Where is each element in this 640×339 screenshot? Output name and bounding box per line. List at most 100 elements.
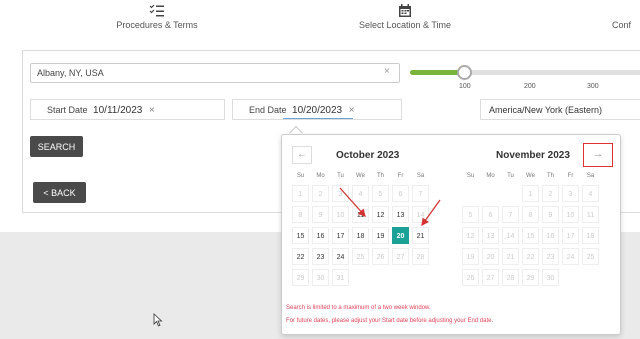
calendar-day: 3 bbox=[562, 185, 579, 202]
step-procedures[interactable]: Procedures & Terms bbox=[102, 4, 212, 30]
calendar-day: 6 bbox=[482, 206, 499, 223]
calendar-day: 25 bbox=[582, 248, 599, 265]
end-date-label: End Date bbox=[249, 105, 287, 115]
slider-tick: 100 bbox=[459, 83, 471, 90]
stepper: Procedures & Terms Select Location & Tim… bbox=[0, 0, 640, 44]
weekday-header: Su bbox=[296, 173, 305, 179]
calendar-day[interactable]: 23 bbox=[312, 248, 329, 265]
distance-slider-handle[interactable] bbox=[457, 65, 472, 80]
calendar-day: 31 bbox=[332, 269, 349, 286]
calendar-day: 14 bbox=[412, 206, 429, 223]
calendar-day[interactable]: 15 bbox=[292, 227, 309, 244]
search-button[interactable]: SEARCH bbox=[30, 136, 83, 157]
calendar-day: 2 bbox=[312, 185, 329, 202]
calendar-day: 4 bbox=[582, 185, 599, 202]
calendar-day: 28 bbox=[412, 248, 429, 265]
start-date-value[interactable]: 10/11/2023 bbox=[93, 105, 142, 116]
calendar-day: 1 bbox=[522, 185, 539, 202]
weekday-header: We bbox=[356, 173, 365, 179]
calendar-day: 6 bbox=[392, 185, 409, 202]
calendar-day: 9 bbox=[312, 206, 329, 223]
calendar-day[interactable]: 16 bbox=[312, 227, 329, 244]
calendar-day: 27 bbox=[392, 248, 409, 265]
calendar-day[interactable]: 21 bbox=[412, 227, 429, 244]
weekday-header: Su bbox=[466, 173, 475, 179]
weekday-header: Sa bbox=[416, 173, 425, 179]
calendar-day: 4 bbox=[352, 185, 369, 202]
calendar-day: 23 bbox=[542, 248, 559, 265]
month-title-october: October 2023 bbox=[336, 150, 400, 161]
calendar-day: 14 bbox=[502, 227, 519, 244]
calendar-day: 15 bbox=[522, 227, 539, 244]
calendar-day[interactable]: 17 bbox=[332, 227, 349, 244]
weekday-header: Fr bbox=[567, 173, 574, 179]
calendar-day: 29 bbox=[522, 269, 539, 286]
step-label: Procedures & Terms bbox=[116, 20, 198, 30]
calendar-day: 27 bbox=[482, 269, 499, 286]
calendar-day[interactable]: 20 bbox=[392, 227, 409, 244]
calendar-day: 8 bbox=[292, 206, 309, 223]
calendar-day: 21 bbox=[502, 248, 519, 265]
slider-tick: 300 bbox=[587, 83, 599, 90]
calendar-day[interactable]: 11 bbox=[352, 206, 369, 223]
weekday-header: Mo bbox=[316, 173, 325, 179]
end-date-value[interactable]: 10/20/2023 bbox=[292, 105, 342, 116]
weekday-header: Th bbox=[376, 173, 384, 179]
calendar-day: 10 bbox=[562, 206, 579, 223]
end-date-clear-icon[interactable]: × bbox=[349, 105, 355, 116]
calendar-day: 7 bbox=[412, 185, 429, 202]
calendar-day: 29 bbox=[292, 269, 309, 286]
mouse-cursor-icon bbox=[153, 313, 163, 327]
start-date-field[interactable]: Start Date 10/11/2023 × bbox=[30, 99, 225, 120]
step-location-time[interactable]: Select Location & Time bbox=[345, 4, 465, 30]
weekday-header: Sa bbox=[586, 173, 595, 179]
calendar-day: 17 bbox=[562, 227, 579, 244]
calendar-day: 24 bbox=[562, 248, 579, 265]
calendar-day: 8 bbox=[522, 206, 539, 223]
start-date-label: Start Date bbox=[47, 105, 88, 115]
calendar-day[interactable]: 12 bbox=[372, 206, 389, 223]
warning-text: For future dates, please adjust your Sta… bbox=[286, 318, 494, 324]
weekday-header: We bbox=[526, 173, 535, 179]
location-clear-icon[interactable]: × bbox=[384, 66, 390, 77]
weekday-header: Tu bbox=[507, 173, 514, 179]
step-confirm[interactable]: Conf bbox=[612, 4, 640, 30]
end-date-field[interactable]: End Date 10/20/2023 × bbox=[232, 99, 402, 120]
back-button[interactable]: < BACK bbox=[33, 182, 86, 203]
calendar-day: 10 bbox=[332, 206, 349, 223]
calendar-day: 11 bbox=[582, 206, 599, 223]
calendar-day: 19 bbox=[462, 248, 479, 265]
weekday-header: Th bbox=[546, 173, 554, 179]
prev-month-button[interactable]: ← bbox=[292, 146, 312, 164]
calendar-day: 28 bbox=[502, 269, 519, 286]
calendar-day[interactable]: 22 bbox=[292, 248, 309, 265]
calendar-day: 9 bbox=[542, 206, 559, 223]
calendar-day: 30 bbox=[542, 269, 559, 286]
calendar-day[interactable]: 13 bbox=[392, 206, 409, 223]
checklist-icon bbox=[149, 4, 164, 17]
calendar-day: 2 bbox=[542, 185, 559, 202]
calendar-day[interactable]: 18 bbox=[352, 227, 369, 244]
weekday-header: Mo bbox=[486, 173, 495, 179]
calendar-day: 25 bbox=[352, 248, 369, 265]
calendar-day: 18 bbox=[582, 227, 599, 244]
calendar-day: 30 bbox=[312, 269, 329, 286]
calendar-day: 7 bbox=[502, 206, 519, 223]
step-label: Conf bbox=[612, 20, 632, 30]
calendar-day[interactable]: 24 bbox=[332, 248, 349, 265]
timezone-select[interactable]: America/New York (Eastern) bbox=[480, 99, 640, 120]
calendar-day: 3 bbox=[332, 185, 349, 202]
calendar-day: 1 bbox=[292, 185, 309, 202]
calendar-icon bbox=[399, 4, 411, 17]
calendar-day: 26 bbox=[462, 269, 479, 286]
calendar-day: 5 bbox=[462, 206, 479, 223]
start-date-clear-icon[interactable]: × bbox=[149, 105, 155, 116]
calendar-day: 22 bbox=[522, 248, 539, 265]
calendar-day[interactable]: 19 bbox=[372, 227, 389, 244]
end-date-focus-underline bbox=[283, 118, 353, 119]
month-title-november: November 2023 bbox=[496, 150, 570, 161]
location-input[interactable]: Albany, NY, USA bbox=[30, 63, 400, 83]
next-month-button[interactable]: → bbox=[583, 143, 613, 167]
calendar-day: 20 bbox=[482, 248, 499, 265]
slider-tick: 200 bbox=[524, 83, 536, 90]
